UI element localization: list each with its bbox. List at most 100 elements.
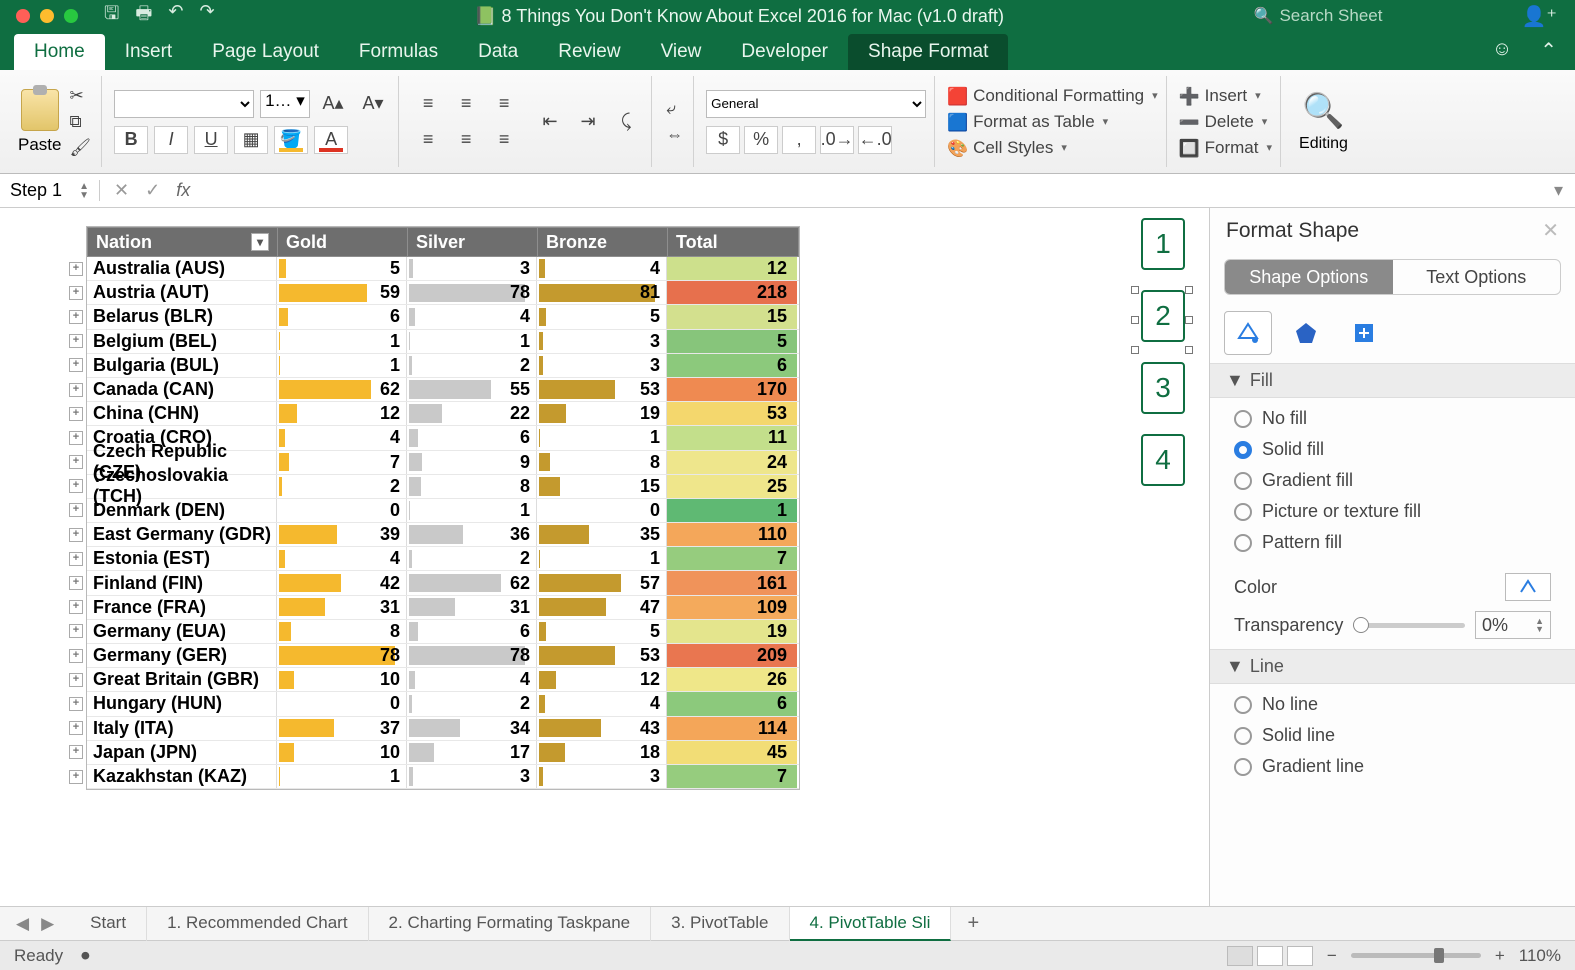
- table-row[interactable]: +Canada (CAN)625553170: [87, 378, 799, 402]
- line-option-solid-line[interactable]: Solid line: [1234, 725, 1551, 746]
- align-left-icon[interactable]: ≡: [411, 126, 445, 154]
- zoom-in-icon[interactable]: +: [1495, 946, 1505, 966]
- table-row[interactable]: +Czechoslovakia (TCH)281525: [87, 475, 799, 499]
- border-button[interactable]: ▦: [234, 126, 268, 154]
- expand-icon[interactable]: +: [69, 721, 83, 735]
- expand-icon[interactable]: +: [69, 624, 83, 638]
- cut-icon[interactable]: ✂: [69, 86, 91, 106]
- emoji-icon[interactable]: ☺: [1492, 38, 1512, 63]
- expand-icon[interactable]: +: [69, 286, 83, 300]
- increase-font-icon[interactable]: A▴: [316, 90, 350, 118]
- table-row[interactable]: +Germany (GER)787853209: [87, 644, 799, 668]
- table-row[interactable]: +Estonia (EST)4217: [87, 547, 799, 571]
- align-bottom-icon[interactable]: ≡: [487, 90, 521, 118]
- collapse-ribbon-icon[interactable]: ⌃: [1540, 38, 1557, 63]
- page-layout-view-icon[interactable]: [1257, 946, 1283, 966]
- table-row[interactable]: +Germany (EUA)86519: [87, 620, 799, 644]
- ribbon-tab-page-layout[interactable]: Page Layout: [192, 34, 339, 70]
- ribbon-tab-insert[interactable]: Insert: [105, 34, 193, 70]
- expand-icon[interactable]: +: [69, 431, 83, 445]
- next-sheet-icon[interactable]: ▶: [41, 914, 54, 934]
- zoom-slider[interactable]: [1351, 953, 1481, 958]
- sheet-tab[interactable]: 3. PivotTable: [651, 907, 789, 941]
- fill-option-no-fill[interactable]: No fill: [1234, 408, 1551, 429]
- shape-selection[interactable]: [1135, 290, 1189, 350]
- table-row[interactable]: +Bulgaria (BUL)1236: [87, 354, 799, 378]
- fill-option-picture-or-texture-fill[interactable]: Picture or texture fill: [1234, 501, 1551, 522]
- currency-icon[interactable]: $: [706, 126, 740, 154]
- search-box[interactable]: 🔍: [1254, 6, 1504, 26]
- fill-option-pattern-fill[interactable]: Pattern fill: [1234, 532, 1551, 553]
- fill-color-picker[interactable]: [1505, 573, 1551, 601]
- underline-button[interactable]: U: [194, 126, 228, 154]
- save-icon[interactable]: 🖫: [104, 1, 119, 31]
- size-properties-tab-icon[interactable]: [1340, 311, 1388, 355]
- ribbon-tab-home[interactable]: Home: [14, 34, 105, 70]
- format-as-table-button[interactable]: 🟦Format as Table ▾: [947, 112, 1158, 132]
- orientation-icon[interactable]: ⤹: [609, 108, 643, 136]
- header-total[interactable]: Total: [668, 228, 798, 256]
- ribbon-tab-view[interactable]: View: [641, 34, 722, 70]
- expand-icon[interactable]: +: [69, 358, 83, 372]
- format-painter-icon[interactable]: 🖌: [69, 138, 91, 158]
- table-row[interactable]: +Hungary (HUN)0246: [87, 692, 799, 716]
- format-cells-button[interactable]: 🔲Format ▾: [1179, 138, 1272, 158]
- name-box[interactable]: Step 1 ▲▼: [0, 180, 100, 201]
- sheet-tab[interactable]: Start: [70, 907, 147, 941]
- fill-color-button[interactable]: 🪣: [274, 126, 308, 154]
- paste-icon[interactable]: [21, 89, 59, 131]
- expand-icon[interactable]: +: [69, 673, 83, 687]
- table-row[interactable]: +East Germany (GDR)393635110: [87, 523, 799, 547]
- percent-icon[interactable]: %: [744, 126, 778, 154]
- expand-icon[interactable]: +: [69, 334, 83, 348]
- normal-view-icon[interactable]: [1227, 946, 1253, 966]
- expand-formula-bar-icon[interactable]: ▾: [1542, 180, 1575, 201]
- expand-icon[interactable]: +: [69, 310, 83, 324]
- close-pane-icon[interactable]: ✕: [1542, 218, 1559, 243]
- ribbon-tab-formulas[interactable]: Formulas: [339, 34, 458, 70]
- expand-icon[interactable]: +: [69, 262, 83, 276]
- transparency-slider[interactable]: [1353, 623, 1465, 628]
- slicer-shape-4[interactable]: 4: [1141, 434, 1185, 486]
- header-silver[interactable]: Silver: [408, 228, 538, 256]
- shape-options-tab[interactable]: Shape Options: [1225, 260, 1393, 294]
- text-options-tab[interactable]: Text Options: [1393, 260, 1561, 294]
- header-nation[interactable]: Nation ▾: [88, 228, 278, 256]
- insert-cells-button[interactable]: ➕Insert ▾: [1179, 86, 1272, 106]
- add-sheet-button[interactable]: +: [951, 906, 995, 941]
- comma-icon[interactable]: ,: [782, 126, 816, 154]
- line-option-no-line[interactable]: No line: [1234, 694, 1551, 715]
- sheet-tab[interactable]: 4. PivotTable Sli: [790, 907, 952, 941]
- ribbon-tab-data[interactable]: Data: [458, 34, 538, 70]
- align-top-icon[interactable]: ≡: [411, 90, 445, 118]
- sheet-tab[interactable]: 2. Charting Formating Taskpane: [369, 907, 652, 941]
- ribbon-tab-shape-format[interactable]: Shape Format: [848, 34, 1008, 70]
- table-row[interactable]: +China (CHN)12221953: [87, 402, 799, 426]
- table-row[interactable]: +Kazakhstan (KAZ)1337: [87, 765, 799, 789]
- expand-icon[interactable]: +: [69, 528, 83, 542]
- cancel-formula-icon[interactable]: ✕: [114, 180, 129, 201]
- zoom-level[interactable]: 110%: [1519, 946, 1561, 966]
- expand-icon[interactable]: +: [69, 407, 83, 421]
- header-bronze[interactable]: Bronze: [538, 228, 668, 256]
- print-icon[interactable]: 🖶: [135, 1, 152, 31]
- minimize-window-button[interactable]: [40, 9, 54, 23]
- decrease-decimal-icon[interactable]: ←.0: [858, 126, 892, 154]
- copy-icon[interactable]: ⧉: [69, 112, 91, 132]
- italic-button[interactable]: I: [154, 126, 188, 154]
- fill-option-solid-fill[interactable]: Solid fill: [1234, 439, 1551, 460]
- ribbon-tab-review[interactable]: Review: [538, 34, 640, 70]
- delete-cells-button[interactable]: ➖Delete ▾: [1179, 112, 1272, 132]
- table-row[interactable]: +Great Britain (GBR)1041226: [87, 668, 799, 692]
- conditional-formatting-button[interactable]: 🟥Conditional Formatting ▾: [947, 86, 1158, 106]
- undo-icon[interactable]: ↶: [168, 1, 183, 31]
- slicer-shape-1[interactable]: 1: [1141, 218, 1185, 270]
- find-icon[interactable]: 🔍: [1303, 91, 1343, 131]
- sheet-tab[interactable]: 1. Recommended Chart: [147, 907, 368, 941]
- align-middle-icon[interactable]: ≡: [449, 90, 483, 118]
- expand-icon[interactable]: +: [69, 455, 83, 469]
- table-row[interactable]: +Japan (JPN)10171845: [87, 741, 799, 765]
- font-color-button[interactable]: A: [314, 126, 348, 154]
- decrease-font-icon[interactable]: A▾: [356, 90, 390, 118]
- cell-styles-button[interactable]: 🎨Cell Styles ▾: [947, 138, 1158, 158]
